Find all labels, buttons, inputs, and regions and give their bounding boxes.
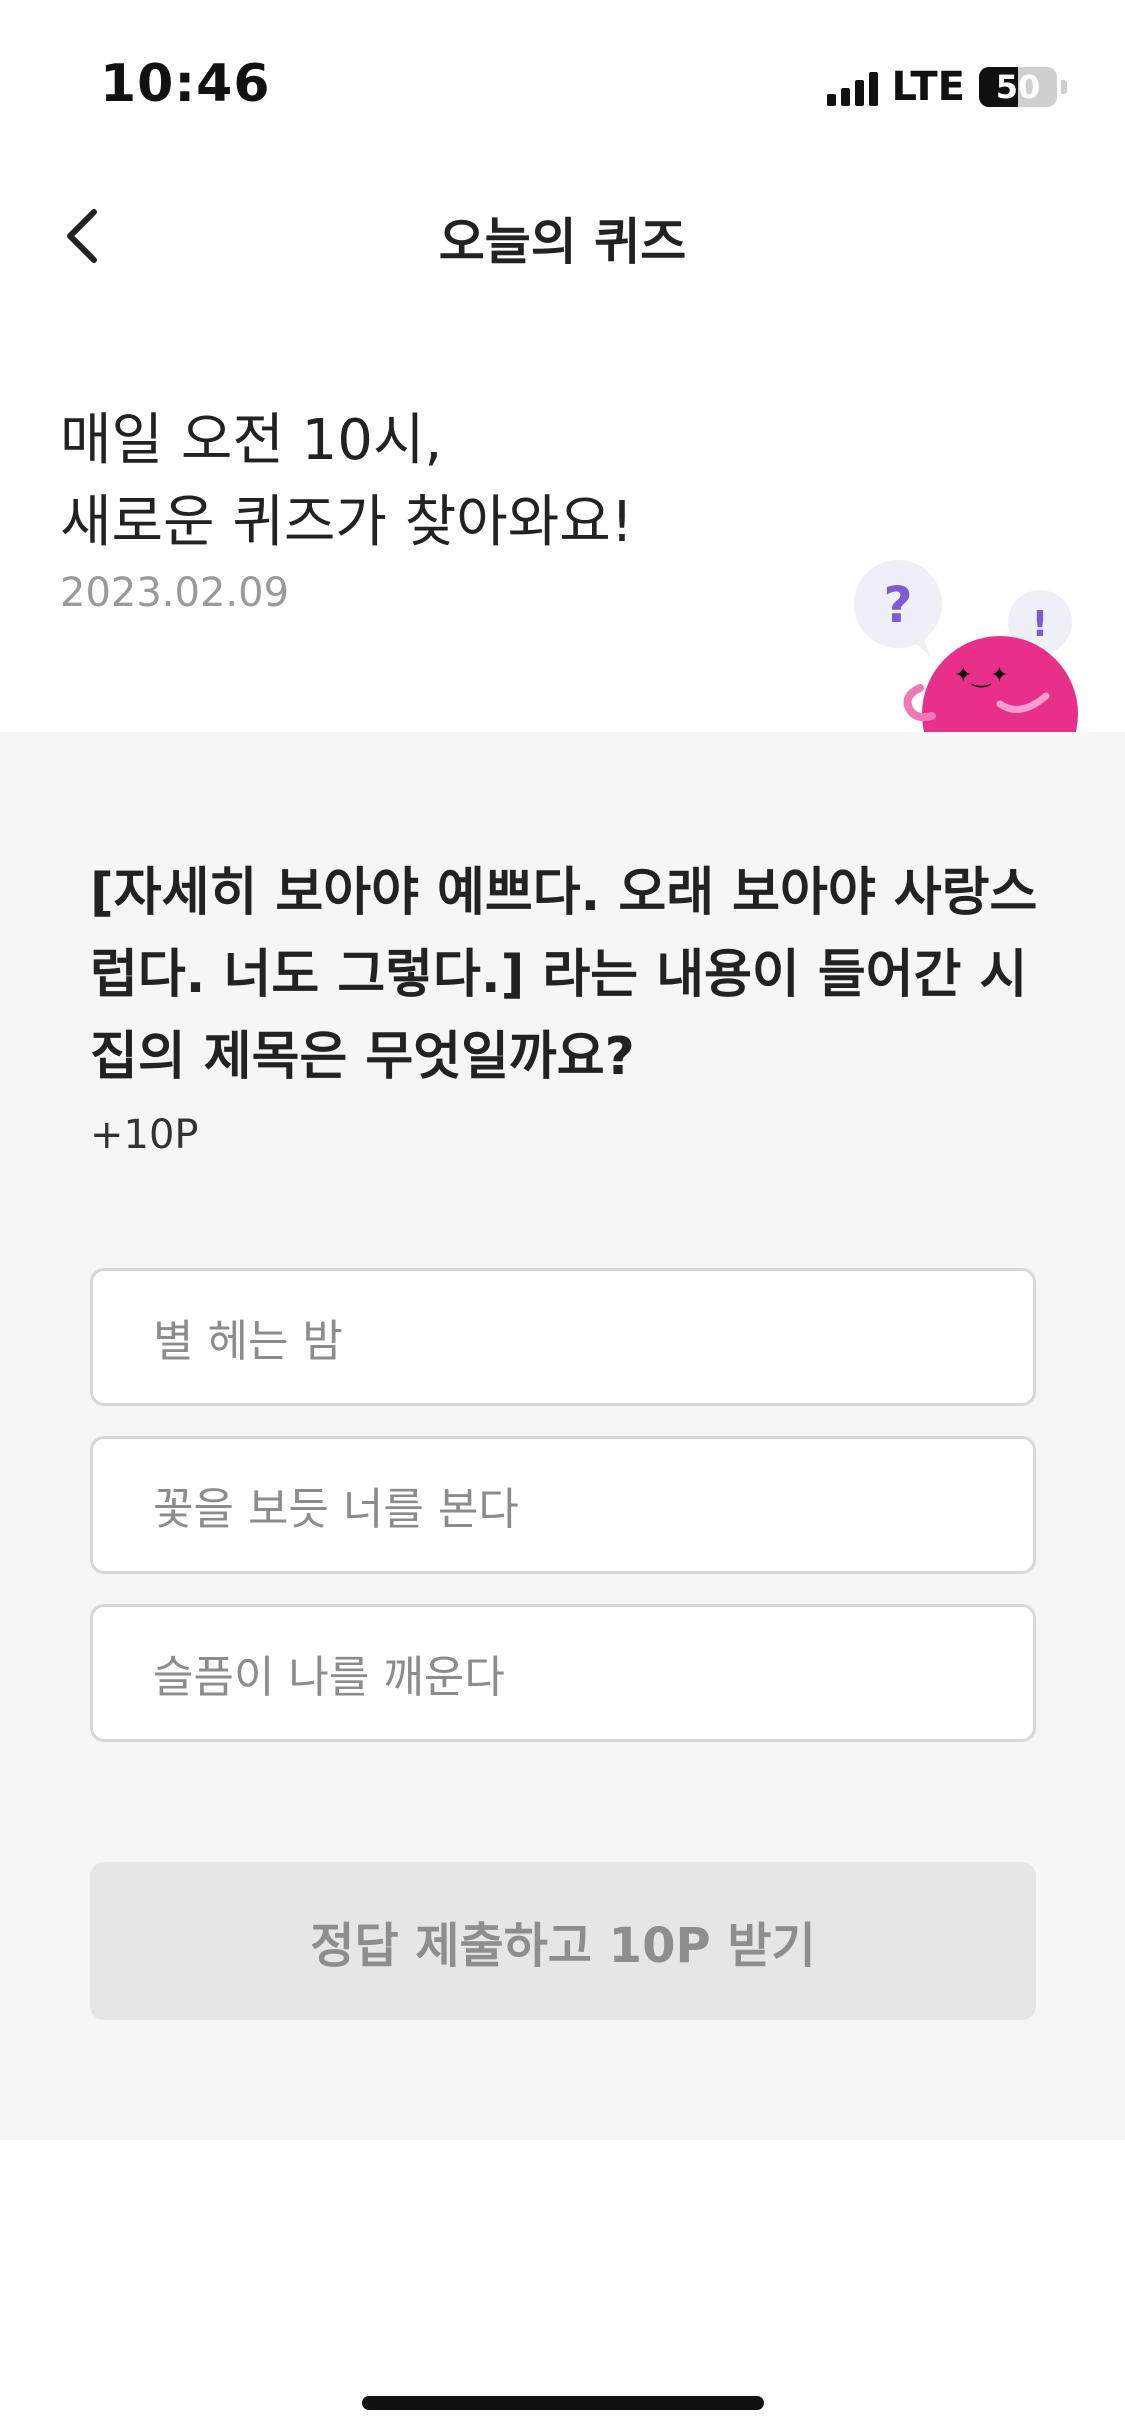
quiz-panel: [자세히 보아야 예쁘다. 오래 보아야 사랑스럽다. 너도 그렇다.] 라는 … (0, 732, 1125, 2140)
quiz-points: +10P (90, 1112, 199, 1158)
page-title: 오늘의 퀴즈 (438, 213, 687, 271)
header: 오늘의 퀴즈 (0, 176, 1125, 296)
status-bar: 10:46 LTE 50 (0, 0, 1125, 176)
status-time: 10:46 (100, 54, 271, 114)
svg-text:✦‿✦: ✦‿✦ (954, 663, 1009, 688)
home-indicator[interactable] (362, 2396, 764, 2410)
exclaim-mark: ! (1032, 604, 1048, 645)
option-label: 별 헤는 밤 (153, 1316, 343, 1367)
answer-option-2[interactable]: 꽃을 보듯 너를 본다 (90, 1436, 1036, 1574)
mascot-illustration: ? ! ✦‿✦ (850, 556, 1080, 732)
answer-option-3[interactable]: 슬픔이 나를 깨운다 (90, 1604, 1036, 1742)
network-type: LTE (891, 64, 965, 110)
answer-option-1[interactable]: 별 헤는 밤 (90, 1268, 1036, 1406)
signal-icon (826, 68, 878, 106)
battery-cap (1061, 80, 1067, 94)
quiz-question: [자세히 보아야 예쁘다. 오래 보아야 사랑스럽다. 너도 그렇다.] 라는 … (90, 863, 1038, 1087)
option-label: 슬픔이 나를 깨운다 (153, 1652, 505, 1703)
battery-level: 50 (995, 68, 1041, 106)
battery-icon: 50 (979, 67, 1057, 107)
status-icons: LTE 50 (826, 64, 1067, 110)
intro-line-2: 새로운 퀴즈가 찾아와요! (60, 490, 634, 555)
quiz-date: 2023.02.09 (60, 570, 290, 616)
submit-answer-button[interactable]: 정답 제출하고 10P 받기 (90, 1862, 1036, 2020)
intro-section: 매일 오전 10시, 새로운 퀴즈가 찾아와요! 2023.02.09 (60, 400, 820, 616)
answer-options: 별 헤는 밤 꽃을 보듯 너를 본다 슬픔이 나를 깨운다 (90, 1268, 1036, 1772)
mascot-svg: ? ! ✦‿✦ (854, 560, 1078, 732)
intro-line-1: 매일 오전 10시, (60, 408, 443, 473)
option-label: 꽃을 보듯 너를 본다 (153, 1484, 519, 1535)
question-mark: ? (883, 576, 912, 634)
